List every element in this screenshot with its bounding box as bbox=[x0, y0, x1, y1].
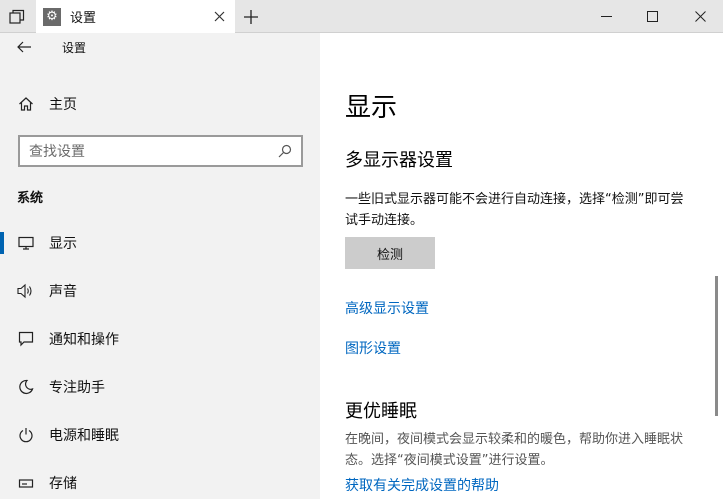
search-placeholder: 查找设置 bbox=[29, 144, 85, 160]
graphics-settings-link[interactable]: 图形设置 bbox=[345, 338, 401, 358]
sidebar-item-notifications[interactable]: 通知和操作 bbox=[0, 319, 320, 359]
storage-icon bbox=[17, 474, 35, 492]
sidebar-item-label: 存储 bbox=[49, 476, 77, 492]
sidebar: 设置 主页 查找设置 系统 显示 声音 通知和操作 专注助手 电源和睡眠 存储 bbox=[0, 33, 320, 499]
detect-button[interactable]: 检测 bbox=[345, 237, 435, 269]
tabs-icon bbox=[9, 9, 25, 24]
settings-tab[interactable]: ⚙ 设置 bbox=[36, 0, 235, 33]
section-label: 系统 bbox=[17, 191, 44, 206]
multi-display-description: 一些旧式显示器可能不会进行自动连接，选择“检测”即可尝试手动连接。 bbox=[345, 192, 684, 228]
gear-icon: ⚙ bbox=[43, 7, 61, 26]
sidebar-item-label: 主页 bbox=[49, 97, 77, 113]
notification-icon bbox=[17, 330, 35, 348]
advanced-display-settings-link[interactable]: 高级显示设置 bbox=[345, 298, 429, 318]
back-button[interactable] bbox=[17, 38, 35, 56]
sidebar-item-label: 通知和操作 bbox=[49, 332, 119, 348]
close-icon bbox=[694, 11, 706, 22]
sidebar-title: 设置 bbox=[62, 41, 87, 55]
power-icon bbox=[17, 426, 35, 444]
sidebar-item-label: 电源和睡眠 bbox=[49, 428, 119, 444]
monitor-icon bbox=[17, 234, 35, 252]
sidebar-item-display[interactable]: 显示 bbox=[0, 223, 320, 263]
new-tab-button[interactable] bbox=[236, 0, 266, 33]
tab-title: 设置 bbox=[70, 11, 97, 26]
sidebar-item-power-sleep[interactable]: 电源和睡眠 bbox=[0, 415, 320, 455]
sidebar-item-home[interactable]: 主页 bbox=[0, 89, 320, 119]
title-bar: ⚙ 设置 bbox=[0, 0, 723, 33]
help-link[interactable]: 获取有关完成设置的帮助 bbox=[345, 475, 499, 495]
sleep-heading: 更优睡眠 bbox=[345, 401, 417, 422]
sidebar-item-storage[interactable]: 存储 bbox=[0, 463, 320, 499]
home-icon bbox=[17, 95, 35, 113]
back-arrow-icon bbox=[17, 41, 31, 53]
close-window-button[interactable] bbox=[677, 0, 723, 33]
minimize-button[interactable] bbox=[583, 0, 629, 33]
sidebar-item-label: 专注助手 bbox=[49, 380, 105, 396]
tab-close-button[interactable] bbox=[211, 8, 227, 24]
multi-display-heading: 多显示器设置 bbox=[345, 150, 453, 171]
sidebar-item-sound[interactable]: 声音 bbox=[0, 271, 320, 311]
sidebar-item-focus-assist[interactable]: 专注助手 bbox=[0, 367, 320, 407]
page-title: 显示 bbox=[345, 93, 398, 123]
speaker-icon bbox=[17, 282, 35, 300]
scrollbar[interactable] bbox=[715, 276, 718, 416]
minimize-icon bbox=[600, 16, 612, 17]
search-input[interactable]: 查找设置 bbox=[18, 135, 303, 167]
close-icon bbox=[214, 11, 224, 21]
maximize-button[interactable] bbox=[629, 0, 675, 33]
search-icon[interactable] bbox=[275, 141, 295, 161]
maximize-icon bbox=[646, 11, 658, 22]
plus-icon bbox=[244, 9, 258, 24]
sleep-description: 在晚间，夜间模式会显示较柔和的暖色，帮助你进入睡眠状态。选择“夜间模式设置”进行… bbox=[345, 432, 684, 468]
moon-icon bbox=[17, 378, 35, 396]
sidebar-item-label: 显示 bbox=[49, 236, 77, 252]
tab-overview-button[interactable] bbox=[0, 0, 34, 33]
main-content: 显示 多显示器设置 一些旧式显示器可能不会进行自动连接，选择“检测”即可尝试手动… bbox=[320, 33, 723, 499]
sidebar-item-label: 声音 bbox=[49, 284, 77, 300]
